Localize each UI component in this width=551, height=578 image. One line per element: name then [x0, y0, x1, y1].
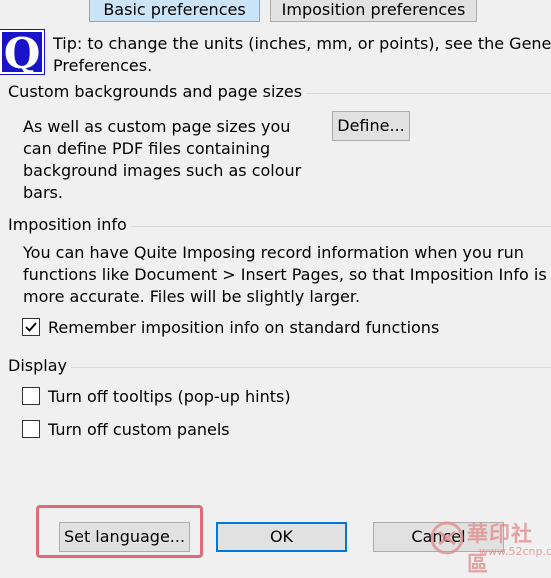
define-button[interactable]: Define...: [332, 111, 410, 141]
remember-imposition-label: Remember imposition info on standard fun…: [48, 317, 440, 337]
group-divider: [8, 367, 551, 368]
ok-button[interactable]: OK: [216, 522, 347, 552]
tab-basic-preferences[interactable]: Basic preferences: [89, 0, 260, 22]
tab-imposition-preferences-label: Imposition preferences: [281, 0, 466, 19]
panels-checkbox[interactable]: [22, 420, 40, 438]
tooltips-checkbox-row[interactable]: Turn off tooltips (pop-up hints): [22, 385, 291, 407]
panels-checkbox-row[interactable]: Turn off custom panels: [22, 418, 230, 440]
quite-imposing-logo-icon: Q: [0, 29, 45, 76]
watermark: 華印社區 www.52cnp.com: [427, 518, 551, 576]
set-language-label: Set language...: [63, 527, 186, 546]
checkmark-icon: [25, 322, 37, 332]
imposition-info-heading: Imposition info: [8, 215, 131, 234]
custom-backgrounds-heading: Custom backgrounds and page sizes: [8, 82, 307, 101]
watermark-logo-icon: [430, 521, 464, 555]
tip-text: Tip: to change the units (inches, mm, or…: [53, 34, 551, 75]
display-heading: Display: [8, 356, 71, 375]
remember-imposition-checkbox-row[interactable]: Remember imposition info on standard fun…: [22, 316, 439, 338]
tooltips-checkbox[interactable]: [22, 387, 40, 405]
define-button-label: Define...: [337, 116, 405, 135]
tooltips-label: Turn off tooltips (pop-up hints): [48, 386, 291, 406]
watermark-url: www.52cnp.com: [479, 545, 551, 558]
tab-basic-preferences-label: Basic preferences: [103, 0, 246, 19]
custom-backgrounds-description: As well as custom page sizes you can def…: [23, 117, 302, 202]
remember-imposition-checkbox[interactable]: [22, 318, 40, 336]
tab-imposition-preferences[interactable]: Imposition preferences: [270, 0, 477, 22]
set-language-button[interactable]: Set language...: [59, 522, 190, 552]
panels-label: Turn off custom panels: [48, 419, 230, 439]
ok-label: OK: [269, 527, 294, 546]
imposition-info-description: You can have Quite Imposing record infor…: [23, 243, 547, 306]
